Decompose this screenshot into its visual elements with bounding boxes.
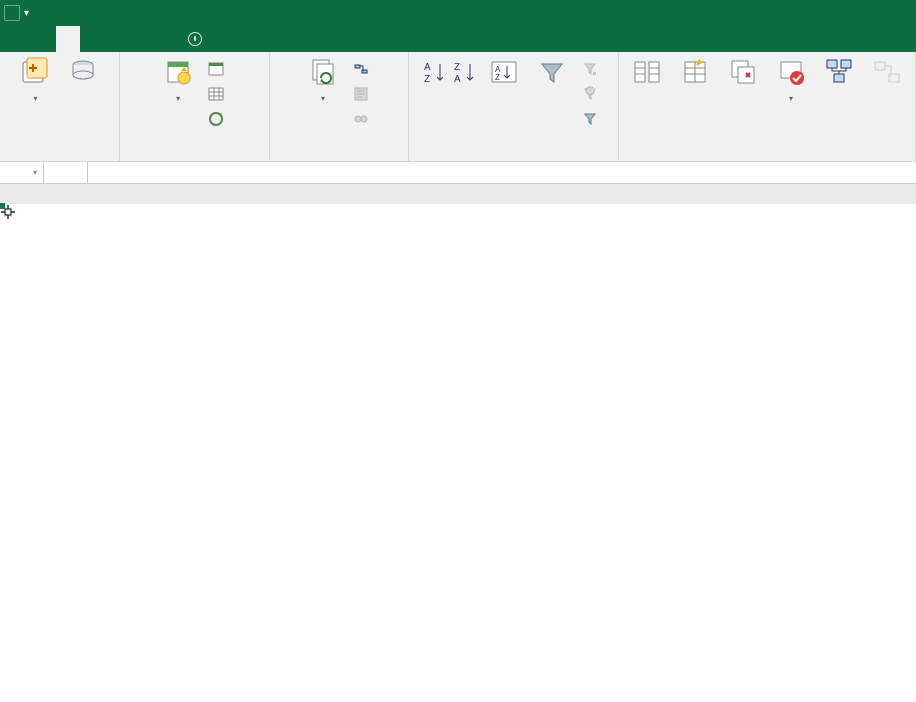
svg-text:A: A: [454, 74, 461, 85]
btn-existing-connections[interactable]: [61, 56, 105, 136]
btn-sort-asc[interactable]: AZ: [422, 56, 448, 136]
svg-text:Z: Z: [454, 62, 460, 73]
mini-connections[interactable]: [349, 58, 377, 80]
btn-flash-fill[interactable]: [673, 56, 717, 136]
mini-advanced[interactable]: [578, 108, 606, 130]
svg-text:A: A: [424, 62, 431, 73]
btn-data-validation[interactable]: ▾: [769, 56, 813, 136]
worksheet[interactable]: [0, 184, 916, 204]
btn-refresh-all[interactable]: ▾: [301, 56, 345, 136]
mini-recent-sources[interactable]: [204, 108, 232, 130]
btn-sort-desc[interactable]: ZA: [452, 56, 478, 136]
tab-formulas[interactable]: [32, 26, 56, 52]
ribbon-tabs: [0, 26, 916, 52]
column-headers[interactable]: [0, 184, 916, 204]
tab-developer[interactable]: [128, 26, 152, 52]
btn-from-other-sources[interactable]: ▾: [13, 56, 57, 136]
quick-access-dropdown[interactable]: ▾: [24, 8, 29, 19]
btn-consolidate[interactable]: [817, 56, 861, 136]
formula-input[interactable]: [88, 166, 916, 180]
tab-help[interactable]: [152, 26, 176, 52]
tab-data[interactable]: [56, 26, 80, 52]
svg-text:Z: Z: [495, 73, 500, 82]
active-cell-indicator: [0, 204, 4, 208]
tab-review[interactable]: [80, 26, 104, 52]
name-box[interactable]: ▾: [0, 162, 44, 183]
tab-view[interactable]: [104, 26, 128, 52]
cursor-icon: [0, 204, 16, 220]
btn-filter[interactable]: [530, 56, 574, 136]
mini-clear: [578, 58, 606, 80]
btn-text-to-columns[interactable]: [625, 56, 669, 136]
bulb-icon: [188, 32, 202, 46]
mini-edit-links: [349, 108, 377, 130]
btn-sort[interactable]: AZ: [482, 56, 526, 136]
mini-show-queries[interactable]: [204, 58, 232, 80]
btn-relationships[interactable]: [865, 56, 909, 136]
tell-me[interactable]: [188, 32, 208, 46]
mini-properties: [349, 83, 377, 105]
btn-remove-duplicates[interactable]: [721, 56, 765, 136]
quick-access-icon[interactable]: [4, 5, 20, 21]
btn-new-query[interactable]: ▾: [156, 56, 200, 136]
fx-button[interactable]: [44, 162, 88, 183]
svg-text:Z: Z: [424, 74, 430, 85]
title-bar: ▾: [0, 0, 916, 26]
mini-reapply: [578, 83, 606, 105]
formula-bar: ▾: [0, 162, 916, 184]
ribbon: ▾ ▾: [0, 52, 916, 162]
mini-from-table[interactable]: [204, 83, 232, 105]
tab-layout[interactable]: [8, 26, 32, 52]
